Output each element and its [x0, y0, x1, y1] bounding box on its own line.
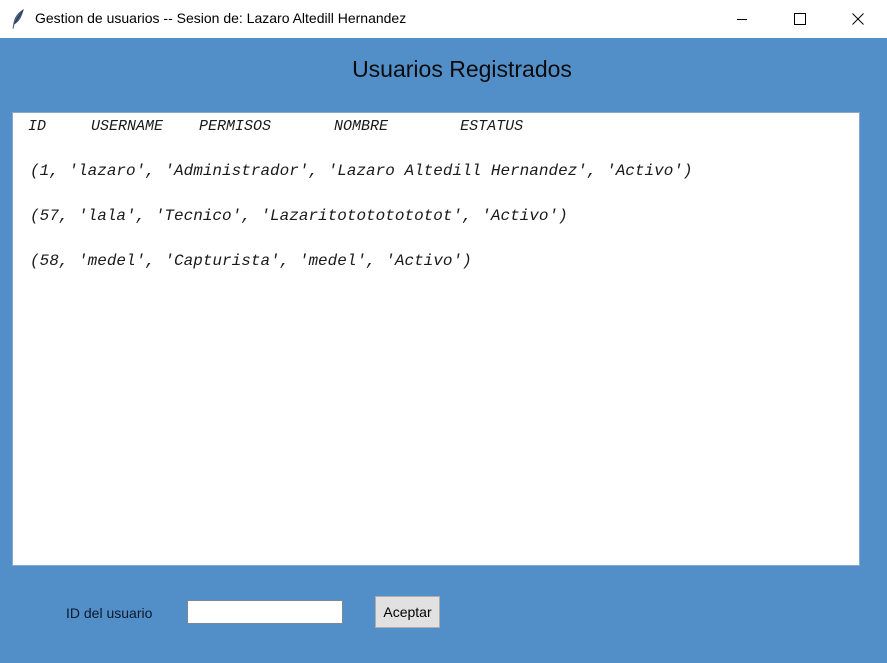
app-window: Gestion de usuarios -- Sesion de: Lazaro…	[0, 0, 887, 663]
list-item[interactable]: (57, 'lala', 'Tecnico', 'Lazaritotototot…	[30, 207, 568, 225]
close-icon	[852, 13, 864, 25]
list-item[interactable]: (58, 'medel', 'Capturista', 'medel', 'Ac…	[30, 252, 472, 270]
maximize-icon	[794, 13, 806, 25]
users-listbox[interactable]: ID USERNAME PERMISOS NOMBRE ESTATUS (1, …	[12, 112, 860, 566]
title-bar[interactable]: Gestion de usuarios -- Sesion de: Lazaro…	[0, 0, 887, 38]
close-button[interactable]	[829, 0, 887, 38]
minimize-button[interactable]	[713, 0, 771, 38]
user-id-label: ID del usuario	[66, 605, 153, 621]
window-title: Gestion de usuarios -- Sesion de: Lazaro…	[35, 10, 407, 26]
maximize-button[interactable]	[771, 0, 829, 38]
feather-icon	[11, 9, 25, 29]
minimize-icon	[736, 13, 748, 25]
list-header: ID USERNAME PERMISOS NOMBRE ESTATUS	[28, 118, 524, 135]
accept-button[interactable]: Aceptar	[375, 596, 440, 628]
list-item[interactable]: (1, 'lazaro', 'Administrador', 'Lazaro A…	[30, 162, 693, 180]
user-id-input[interactable]	[187, 600, 343, 624]
page-title: Usuarios Registrados	[352, 56, 572, 82]
